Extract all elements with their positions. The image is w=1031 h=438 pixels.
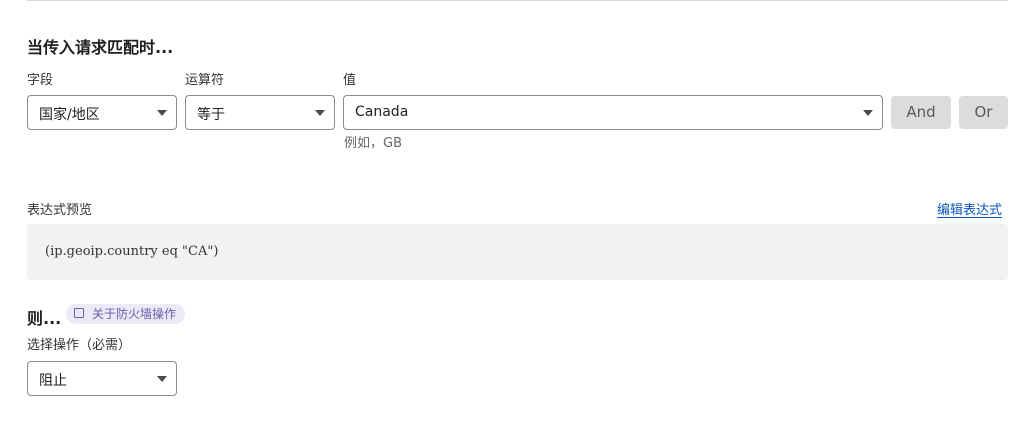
operator-select-value: 等于 bbox=[197, 107, 225, 123]
value-select[interactable]: Canada bbox=[343, 95, 883, 130]
when-heading: 当传入请求匹配时... bbox=[27, 38, 174, 57]
and-button[interactable]: And bbox=[891, 96, 951, 129]
action-select[interactable]: 阻止 bbox=[27, 361, 177, 396]
value-select-value: Canada bbox=[355, 104, 409, 120]
action-label: 选择操作（必需） bbox=[27, 338, 132, 353]
chevron-down-icon bbox=[863, 110, 873, 116]
firewall-actions-info-link[interactable]: 关于防火墙操作 bbox=[66, 304, 186, 324]
action-select-value: 阻止 bbox=[39, 373, 67, 389]
top-divider bbox=[27, 0, 1008, 1]
then-heading: 则... bbox=[27, 309, 62, 328]
edit-expression-link[interactable]: 编辑表达式 bbox=[937, 199, 1002, 218]
chevron-down-icon bbox=[315, 110, 325, 116]
firewall-actions-info-label: 关于防火墙操作 bbox=[92, 307, 177, 321]
operator-label: 运算符 bbox=[185, 73, 225, 88]
field-select-value: 国家/地区 bbox=[39, 107, 100, 123]
book-icon bbox=[74, 308, 84, 318]
expression-code: (ip.geoip.country eq "CA") bbox=[45, 244, 219, 259]
chevron-down-icon bbox=[157, 376, 167, 382]
or-button[interactable]: Or bbox=[959, 96, 1008, 129]
chevron-down-icon bbox=[157, 110, 167, 116]
operator-select[interactable]: 等于 bbox=[185, 95, 335, 130]
expression-preview-box: (ip.geoip.country eq "CA") bbox=[27, 224, 1008, 280]
field-label: 字段 bbox=[27, 73, 54, 88]
field-select[interactable]: 国家/地区 bbox=[27, 95, 177, 130]
value-label: 值 bbox=[343, 73, 357, 88]
value-hint: 例如，GB bbox=[344, 136, 402, 151]
expression-preview-label: 表达式预览 bbox=[27, 203, 93, 218]
